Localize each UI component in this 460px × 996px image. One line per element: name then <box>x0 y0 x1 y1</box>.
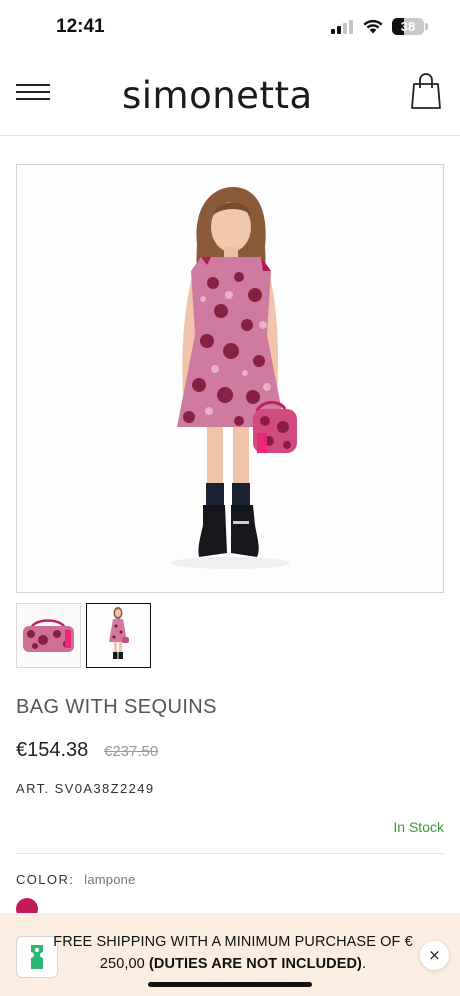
site-header: simonetta <box>0 56 460 136</box>
thumbnail-bag[interactable] <box>16 603 81 668</box>
brand-logo[interactable]: simonetta <box>120 70 340 120</box>
status-time: 12:41 <box>56 16 105 37</box>
brand-logo-text: simonetta <box>122 74 313 117</box>
divider <box>16 853 444 854</box>
color-label: COLOR: <box>16 872 75 887</box>
home-indicator <box>148 982 312 987</box>
promo-text: FREE SHIPPING WITH A MINIMUM PURCHASE OF… <box>48 931 418 975</box>
stock-status: In Stock <box>393 819 444 835</box>
close-icon[interactable]: × <box>420 941 449 970</box>
product-title: BAG WITH SEQUINS <box>16 696 217 718</box>
cellular-signal-icon <box>331 20 355 34</box>
product-price: €154.38 <box>16 739 89 761</box>
thumbnail-model[interactable] <box>86 603 151 668</box>
girl-holding-bag-photo <box>87 604 149 666</box>
shopping-bag-icon[interactable] <box>410 72 442 110</box>
battery-icon: 38 <box>392 18 424 35</box>
product-old-price: €237.50 <box>104 743 159 760</box>
article-code: SV0A38Z2249 <box>54 781 155 796</box>
battery-percent: 38 <box>400 19 416 34</box>
color-value: lampone <box>84 872 136 887</box>
battery-cap <box>425 23 428 30</box>
color-row: COLOR: lampone <box>16 872 136 887</box>
wifi-icon <box>363 19 383 34</box>
promo-text-bold: (DUTIES ARE NOT INCLUDED) <box>148 956 362 972</box>
article-number: ART. SV0A38Z2249 <box>16 781 155 796</box>
hamburger-menu-icon[interactable] <box>16 80 52 104</box>
thumbnail-strip <box>16 603 316 668</box>
main-product-image[interactable] <box>16 164 444 593</box>
girl-in-sequin-dress-with-bag-photo <box>17 165 443 592</box>
article-label: ART. <box>16 781 50 796</box>
promo-text-end: . <box>361 956 367 972</box>
status-bar: 12:41 38 <box>0 0 460 56</box>
sequin-bag-photo <box>17 604 80 667</box>
